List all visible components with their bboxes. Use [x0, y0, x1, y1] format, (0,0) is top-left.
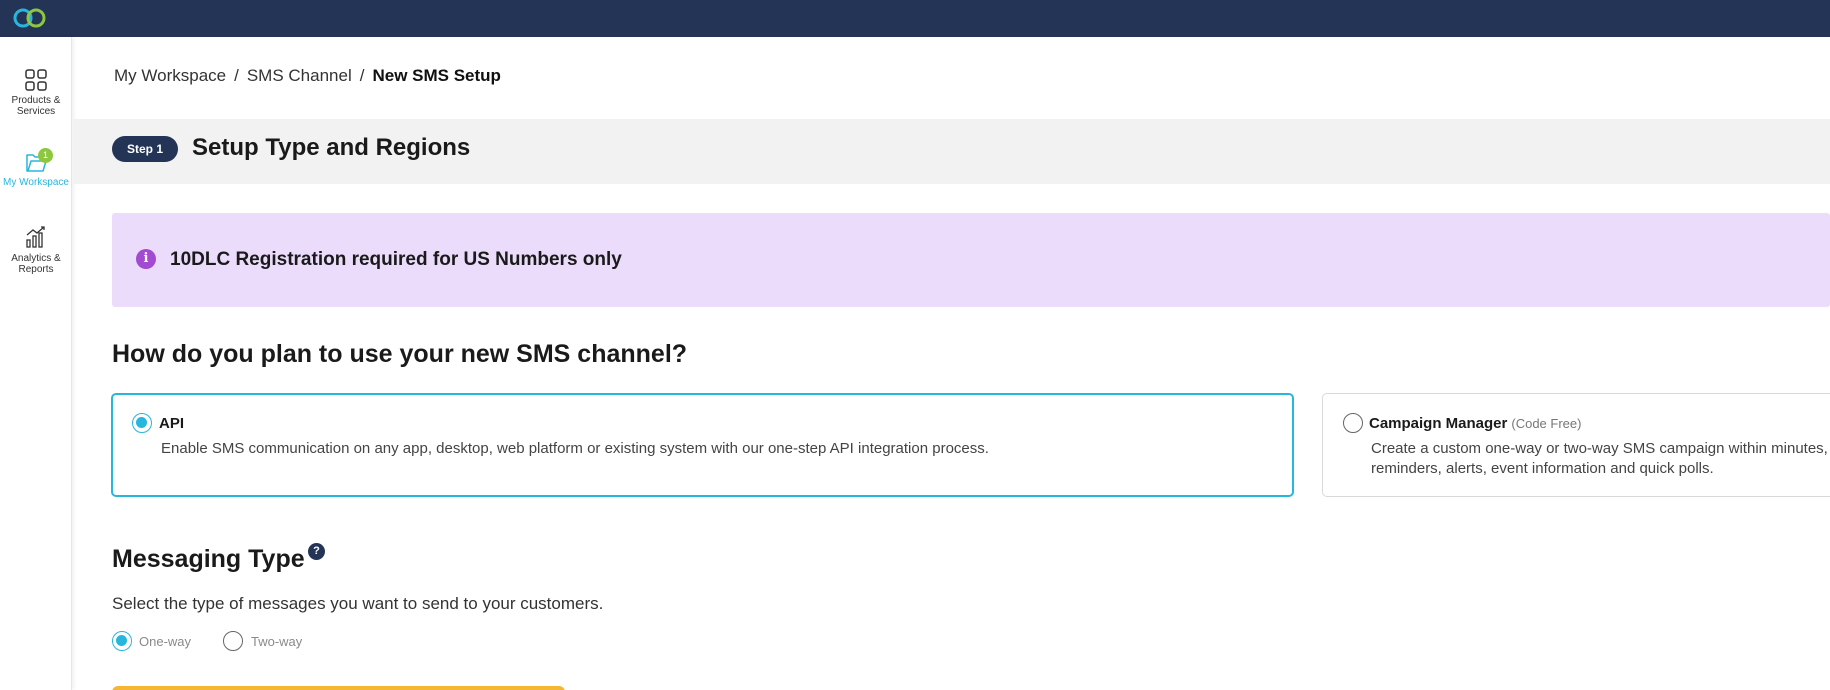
sidebar-item-products-services[interactable]: Products & Services [0, 69, 72, 117]
bar-chart-icon [26, 226, 45, 248]
option-description-line: Create a custom one-way or two-way SMS c… [1371, 440, 1830, 457]
sidebar: Products & Services 1 My Workspace Analy… [0, 37, 72, 690]
option-description: Enable SMS communication on any app, des… [161, 440, 989, 457]
option-title: Campaign Manager (Code Free) [1369, 415, 1581, 432]
notification-badge: 1 [38, 148, 53, 163]
info-icon: i [136, 249, 156, 269]
option-title-text: Campaign Manager [1369, 415, 1508, 432]
grid-icon [25, 69, 47, 91]
sidebar-item-label: Analytics & Reports [11, 253, 61, 275]
messaging-type-description: Select the type of messages you want to … [112, 594, 604, 613]
breadcrumb-separator: / [359, 66, 365, 85]
breadcrumb: My Workspace / SMS Channel / New SMS Setup [114, 66, 501, 86]
sidebar-item-label: My Workspace [3, 177, 69, 188]
radio-api[interactable] [132, 413, 152, 433]
radio-campaign-manager[interactable] [1343, 413, 1363, 433]
logo-icon[interactable] [12, 5, 48, 31]
info-banner-text: 10DLC Registration required for US Numbe… [170, 249, 622, 270]
primary-action-button[interactable] [112, 686, 565, 690]
help-icon[interactable]: ? [308, 543, 325, 560]
radio-one-way[interactable] [112, 631, 132, 651]
option-description-line: reminders, alerts, event information and… [1371, 460, 1714, 477]
usage-question: How do you plan to use your new SMS chan… [112, 340, 688, 368]
step-pill: Step 1 [112, 136, 178, 162]
top-bar [0, 0, 1830, 37]
option-card-api[interactable]: API Enable SMS communication on any app,… [111, 393, 1294, 497]
breadcrumb-item-current: New SMS Setup [372, 66, 501, 85]
sidebar-item-label: Products & Services [11, 95, 61, 117]
option-subtitle: (Code Free) [1511, 416, 1582, 431]
page-title: Setup Type and Regions [192, 134, 471, 161]
breadcrumb-item-my-workspace[interactable]: My Workspace [114, 66, 226, 85]
radio-label-one-way[interactable]: One-way [139, 634, 191, 649]
sidebar-item-analytics-reports[interactable]: Analytics & Reports [0, 225, 72, 275]
option-title: API [159, 415, 185, 432]
radio-label-two-way[interactable]: Two-way [251, 634, 302, 649]
messaging-type-title: Messaging Type [112, 545, 305, 573]
breadcrumb-separator: / [234, 66, 239, 85]
option-card-campaign-manager[interactable]: Campaign Manager (Code Free) Create a cus… [1322, 393, 1830, 497]
breadcrumb-item-sms-channel[interactable]: SMS Channel [247, 66, 352, 85]
sidebar-item-my-workspace[interactable]: 1 My Workspace [0, 148, 72, 188]
radio-two-way[interactable] [223, 631, 243, 651]
